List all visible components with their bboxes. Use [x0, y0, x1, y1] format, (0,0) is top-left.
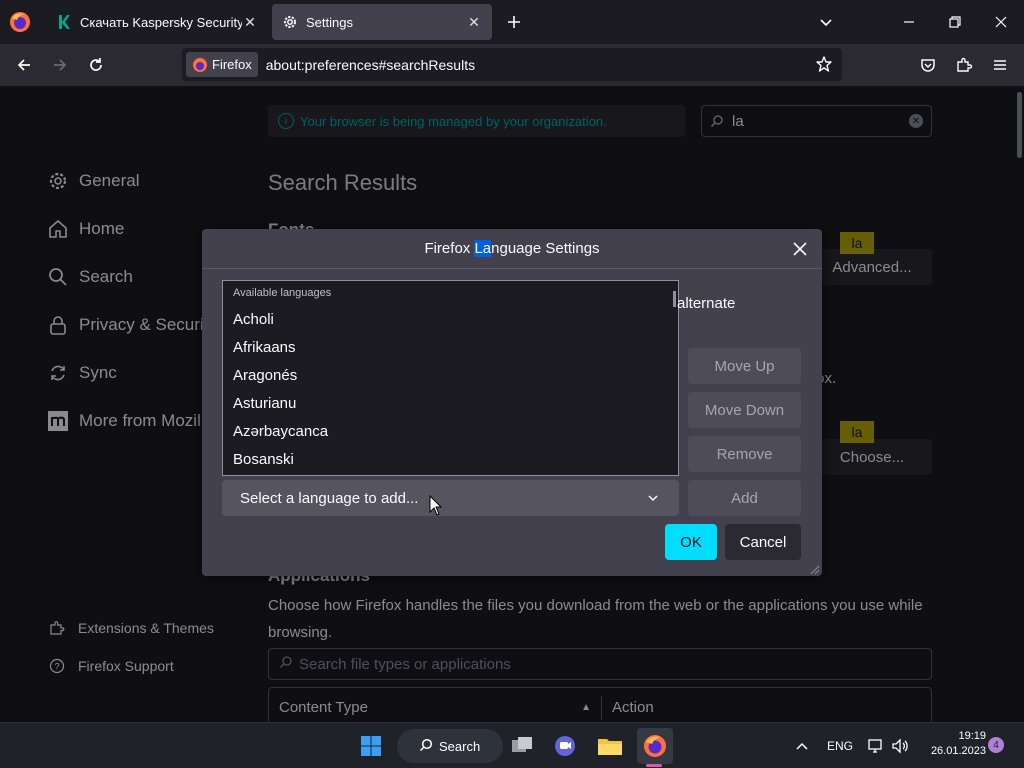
clock-date: 26.01.2023 — [930, 745, 986, 757]
bookmark-star-icon[interactable] — [812, 52, 836, 76]
firefox-taskbar-icon[interactable] — [637, 728, 673, 764]
file-explorer-icon[interactable] — [595, 731, 625, 761]
add-label: Add — [731, 489, 758, 507]
firefox-logo-icon — [193, 57, 207, 72]
resize-grip-icon[interactable] — [808, 562, 820, 575]
list-item[interactable]: Asturianu — [223, 389, 678, 417]
tab-title: Скачать Kaspersky Security Cloud — [80, 14, 242, 30]
remove-label: Remove — [716, 445, 773, 463]
search-icon — [419, 738, 433, 755]
move-up-button[interactable]: Move Up — [688, 348, 801, 384]
windows-taskbar: Search ENG 19:19 26.01.2023 4 — [0, 722, 1024, 768]
dialog-title-part: Firefox — [424, 240, 475, 257]
windows-start-icon[interactable] — [356, 731, 386, 761]
url-text: about:preferences#searchResults — [265, 56, 476, 73]
tab-title: Settings — [306, 14, 353, 30]
notification-badge[interactable]: 4 — [988, 737, 1004, 753]
restore-icon[interactable] — [941, 8, 969, 36]
firefox-view-icon[interactable] — [8, 10, 32, 34]
chevron-down-icon[interactable] — [814, 10, 838, 34]
extensions-puzzle-icon[interactable] — [950, 51, 978, 79]
tab-kaspersky[interactable]: Скачать Kaspersky Security Cloud ✕ — [46, 4, 268, 40]
minimize-icon[interactable] — [895, 8, 923, 36]
chevron-down-icon — [645, 490, 661, 506]
remove-button[interactable]: Remove — [688, 436, 801, 472]
close-tab-icon[interactable]: ✕ — [466, 14, 482, 30]
ok-label: OK — [680, 533, 702, 551]
clock-time: 19:19 — [958, 730, 986, 742]
input-language-indicator[interactable]: ENG — [827, 739, 853, 753]
dialog-title-highlight: La — [474, 240, 492, 257]
list-item[interactable]: Aragonés — [223, 361, 678, 389]
active-app-indicator — [646, 764, 662, 767]
chevron-up-icon[interactable] — [790, 731, 814, 761]
list-item[interactable]: Azərbaycanca — [223, 417, 678, 445]
tab-strip: Скачать Kaspersky Security Cloud ✕ Setti… — [0, 0, 1024, 44]
alternate-text-fragment: alternate — [677, 295, 736, 312]
close-window-icon[interactable] — [987, 8, 1015, 36]
dialog-title: Firefox Language Settings — [424, 240, 600, 257]
reload-icon[interactable] — [82, 51, 110, 79]
available-languages-list[interactable]: Available languages Acholi Afrikaans Ara… — [222, 280, 679, 476]
taskbar-search-button[interactable]: Search — [397, 729, 503, 763]
navigation-toolbar: Firefox about:preferences#searchResults — [0, 44, 1024, 86]
teams-chat-icon[interactable] — [550, 731, 580, 761]
hamburger-menu-icon[interactable] — [986, 51, 1014, 79]
taskbar-search-label: Search — [439, 738, 481, 754]
list-header: Available languages — [233, 287, 332, 299]
list-scrollbar[interactable] — [673, 291, 676, 307]
task-view-icon[interactable] — [507, 731, 537, 761]
pocket-icon[interactable] — [914, 51, 942, 79]
ok-button[interactable]: OK — [665, 524, 717, 560]
language-settings-dialog: Firefox Language Settings Available lang… — [202, 229, 822, 576]
system-clock[interactable]: 19:19 26.01.2023 — [920, 729, 986, 759]
cancel-button[interactable]: Cancel — [725, 524, 801, 560]
kaspersky-k-icon — [56, 14, 72, 30]
forward-arrow-icon[interactable] — [46, 51, 74, 79]
identity-label: Firefox — [212, 57, 252, 72]
back-arrow-icon[interactable] — [10, 51, 38, 79]
dialog-header: Firefox Language Settings — [202, 229, 822, 269]
cancel-label: Cancel — [739, 533, 787, 551]
dialog-title-part: nguage Settings — [491, 240, 600, 257]
volume-icon[interactable] — [888, 731, 912, 761]
tab-settings[interactable]: Settings ✕ — [272, 4, 492, 40]
list-item[interactable]: Bosanski — [223, 445, 678, 473]
move-down-label: Move Down — [704, 401, 785, 419]
mouse-cursor-icon — [429, 494, 443, 517]
network-icon[interactable] — [864, 731, 888, 761]
close-dialog-icon[interactable] — [790, 239, 810, 259]
select-placeholder: Select a language to add... — [240, 489, 419, 507]
add-button[interactable]: Add — [688, 480, 801, 516]
list-item[interactable]: Acholi — [223, 305, 678, 333]
move-up-label: Move Up — [714, 357, 775, 375]
new-tab-plus-icon[interactable] — [502, 10, 526, 34]
identity-box[interactable]: Firefox — [186, 52, 258, 77]
list-item[interactable]: Afrikaans — [223, 333, 678, 361]
gear-icon — [282, 14, 298, 30]
close-tab-icon[interactable]: ✕ — [242, 14, 258, 30]
language-select-dropdown[interactable]: Select a language to add... — [222, 480, 679, 516]
address-bar[interactable]: Firefox about:preferences#searchResults — [182, 48, 842, 81]
move-down-button[interactable]: Move Down — [688, 392, 801, 428]
